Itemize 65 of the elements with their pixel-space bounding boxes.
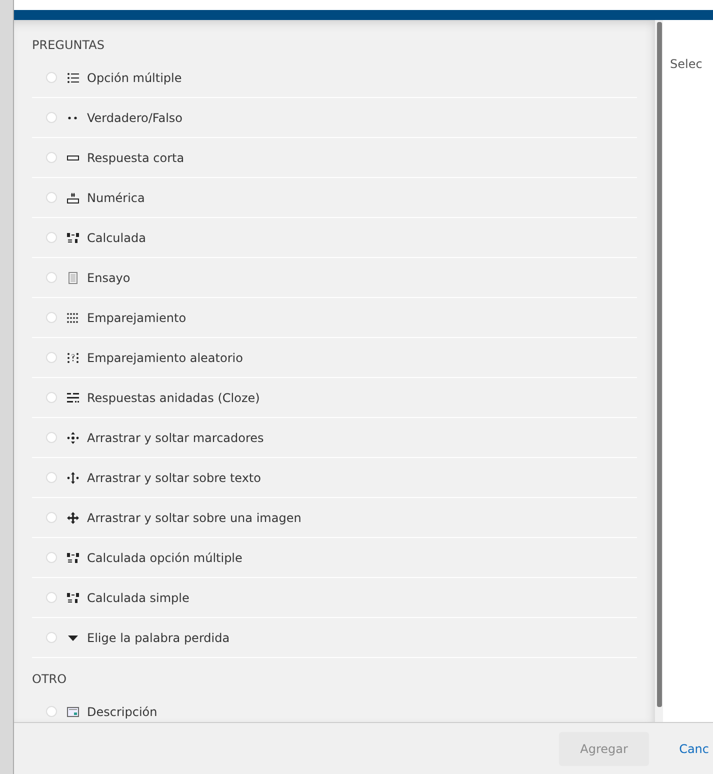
radio-button[interactable] — [46, 472, 57, 483]
scrollbar-thumb[interactable] — [656, 22, 662, 707]
option-label: Elige la palabra perdida — [87, 630, 230, 644]
option-label: Respuesta corta — [87, 150, 184, 164]
option-label: Opción múltiple — [87, 70, 182, 84]
option-label: Calculada — [87, 230, 146, 244]
option-row[interactable]: Calculada opción múltiple — [32, 538, 637, 578]
option-label: Arrastrar y soltar sobre texto — [87, 470, 261, 484]
equation-icon — [67, 592, 79, 604]
radio-button[interactable] — [46, 312, 57, 323]
radio-button[interactable] — [46, 632, 57, 643]
move-icon — [67, 512, 79, 524]
option-label: Emparejamiento — [87, 310, 186, 324]
radio-button[interactable] — [46, 352, 57, 363]
option-row[interactable]: Emparejamiento aleatorio — [32, 338, 637, 378]
option-row[interactable]: Numérica — [32, 178, 637, 218]
section-title: OTRO — [32, 672, 68, 688]
option-label: Verdadero/Falso — [87, 110, 182, 124]
option-row[interactable]: Calculada simple — [32, 578, 637, 618]
option-row[interactable]: Arrastrar y soltar sobre texto — [32, 458, 637, 498]
option-row[interactable]: Verdadero/Falso — [32, 98, 637, 138]
radio-button[interactable] — [46, 552, 57, 563]
dots-question-icon — [67, 352, 79, 364]
dot-grid-icon — [67, 312, 79, 324]
option-label: Descripción — [87, 704, 158, 718]
option-label: Respuestas anidadas (Cloze) — [87, 390, 260, 404]
option-row[interactable]: Calculada — [32, 218, 637, 258]
option-row[interactable]: Arrastrar y soltar sobre una imagen — [32, 498, 637, 538]
option-label: Arrastrar y soltar marcadores — [87, 430, 264, 444]
move-text-icon — [67, 472, 79, 484]
list-icon — [67, 72, 79, 84]
radio-button[interactable] — [46, 392, 57, 403]
cancel-link[interactable]: Canc — [679, 742, 709, 756]
option-label: Calculada opción múltiple — [87, 550, 242, 564]
option-row[interactable]: Emparejamiento — [32, 298, 637, 338]
move-markers-icon — [67, 432, 79, 444]
radio-button[interactable] — [46, 592, 57, 603]
radio-button[interactable] — [46, 72, 57, 83]
option-row[interactable]: Ensayo — [32, 258, 637, 298]
section-title: PREGUNTAS — [32, 38, 106, 54]
option-row[interactable]: Arrastrar y soltar marcadores — [32, 418, 637, 458]
option-row[interactable]: Elige la palabra perdida — [32, 618, 637, 658]
number-box-icon — [67, 192, 79, 204]
option-row[interactable]: Respuesta corta — [32, 138, 637, 178]
picture-frame-icon — [67, 706, 79, 718]
blanks-icon — [67, 392, 79, 404]
option-label: Arrastrar y soltar sobre una imagen — [87, 510, 302, 524]
equation-icon — [67, 232, 79, 244]
radio-button[interactable] — [46, 512, 57, 523]
option-row[interactable]: Respuestas anidadas (Cloze) — [32, 378, 637, 418]
radio-button[interactable] — [46, 112, 57, 123]
radio-button[interactable] — [46, 272, 57, 283]
radio-button[interactable] — [46, 706, 57, 717]
option-label: Calculada simple — [87, 590, 190, 604]
radio-button[interactable] — [46, 152, 57, 163]
option-label: Emparejamiento aleatorio — [87, 350, 243, 364]
radio-button[interactable] — [46, 232, 57, 243]
radio-button[interactable] — [46, 192, 57, 203]
document-icon — [67, 272, 79, 284]
option-row[interactable]: Opción múltiple — [32, 58, 637, 98]
details-text: Selec — [670, 57, 702, 71]
option-label: Ensayo — [87, 270, 130, 284]
option-label: Numérica — [87, 190, 145, 204]
radio-button[interactable] — [46, 432, 57, 443]
equation-icon — [67, 552, 79, 564]
